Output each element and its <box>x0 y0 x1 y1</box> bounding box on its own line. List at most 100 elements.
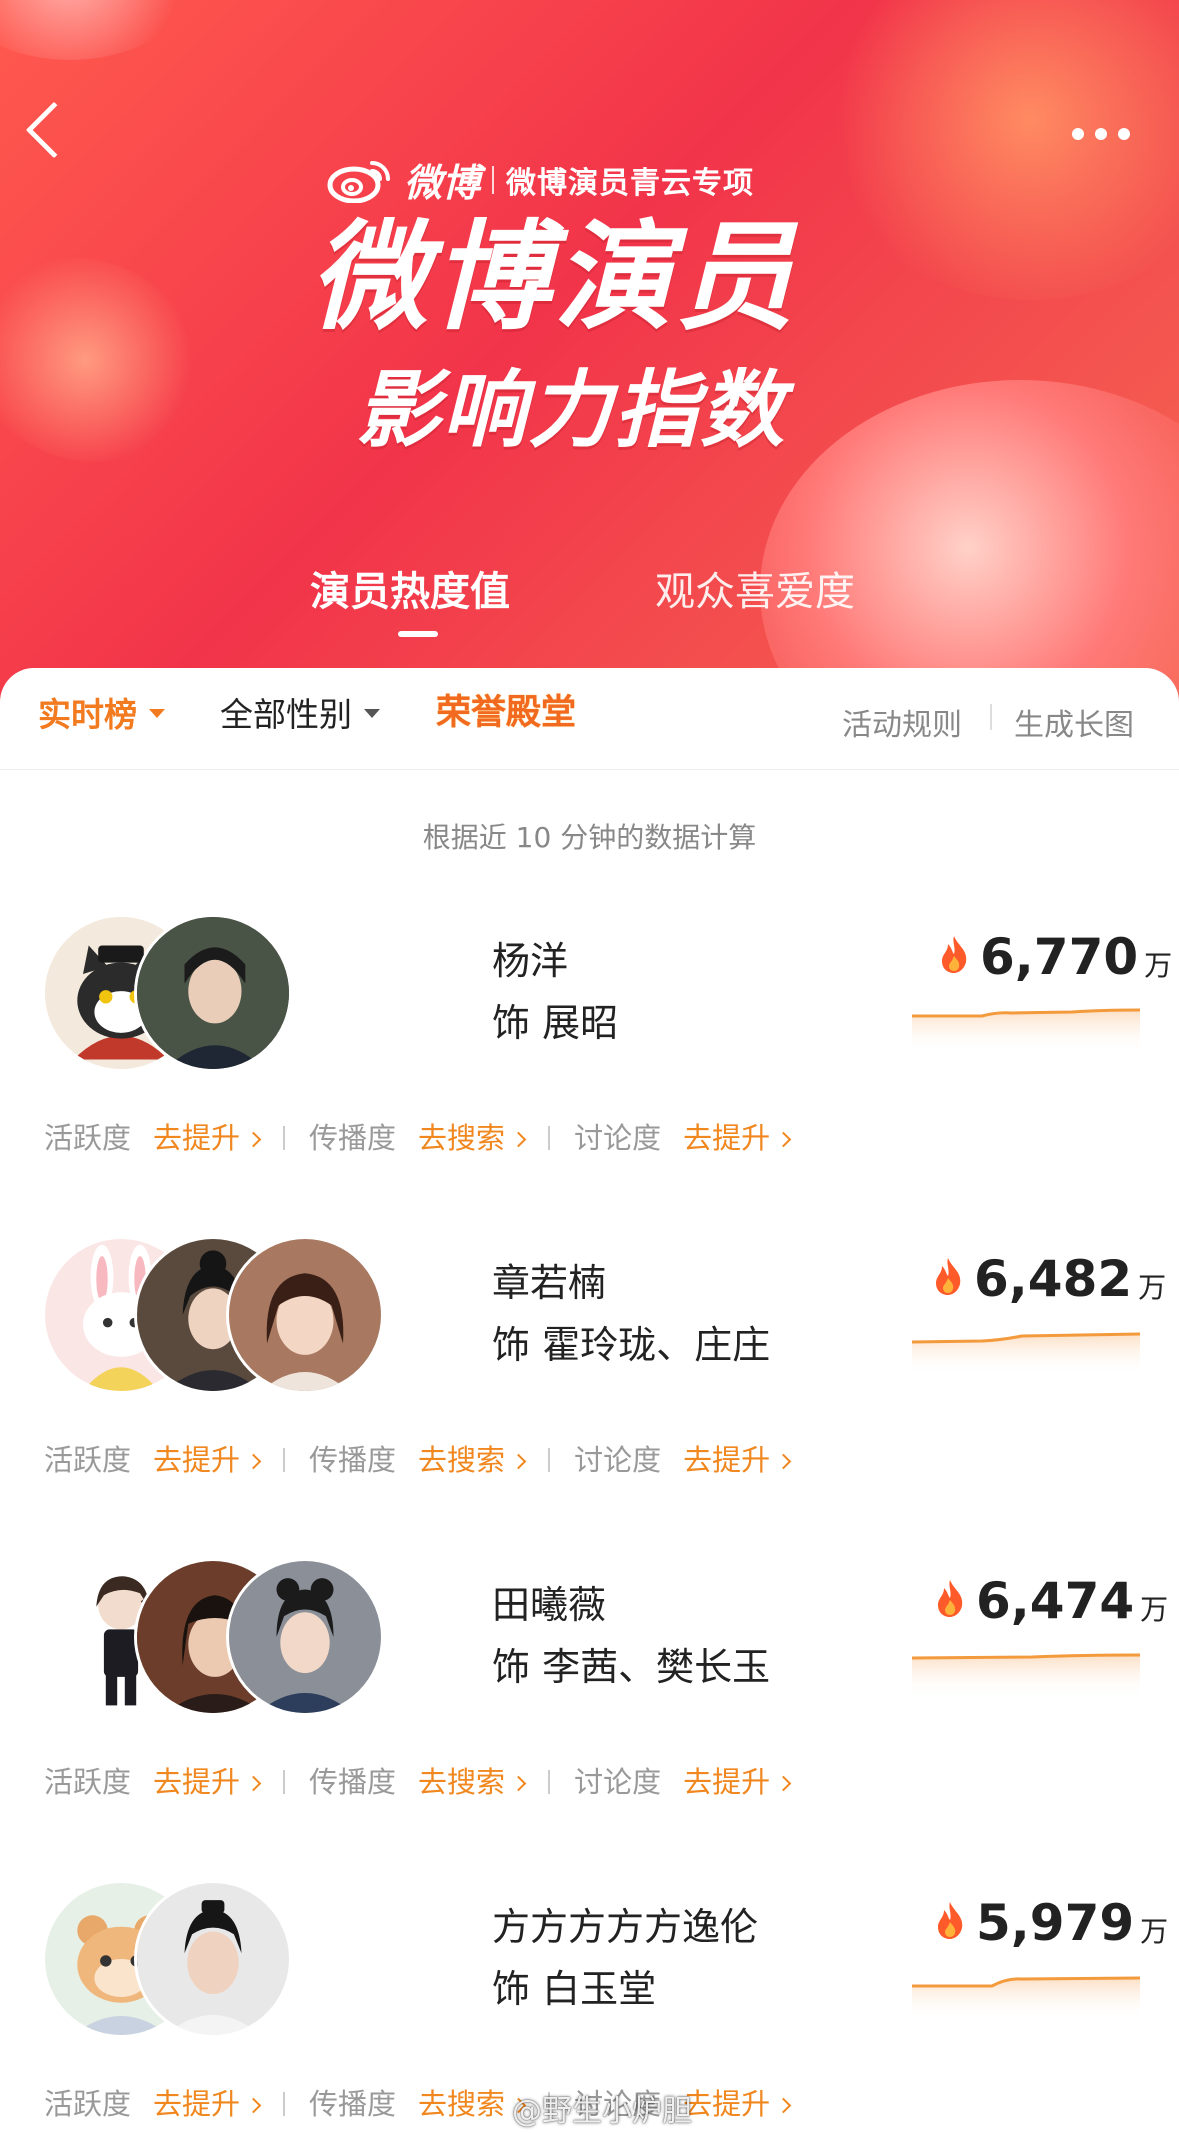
page: 微博 微博演员青云专项 微博演员 影响力指数 演员热度值 观众喜爱度 实时榜 全… <box>0 0 1179 2133</box>
portrait-photo-icon <box>137 917 289 1069</box>
gender-label: 全部性别 <box>220 695 352 734</box>
hero-banner: 微博 微博演员青云专项 微博演员 影响力指数 演员热度值 观众喜爱度 <box>0 0 1179 720</box>
spread-label: 传播度 <box>309 1120 397 1155</box>
divider <box>283 1126 286 1150</box>
action-row: 活跃度 去提升 传播度 去搜索 讨论度 去提升 <box>44 1440 789 1480</box>
brand-header: 微博 微博演员青云专项 <box>326 152 754 207</box>
tab-actor-heat[interactable]: 演员热度值 <box>310 572 510 612</box>
trend-sparkline <box>912 1008 1140 1054</box>
portrait-photo-icon <box>137 1883 289 2035</box>
trend-sparkline <box>912 1653 1140 1698</box>
actor-role: 饰 白玉堂 <box>492 1967 657 2011</box>
search-link[interactable]: 去搜索 <box>418 2089 524 2119</box>
decor-blob <box>820 0 1179 300</box>
flame-icon <box>942 936 967 973</box>
decor-blob <box>0 226 228 494</box>
discussion-label: 讨论度 <box>574 1764 662 1799</box>
score-unit: 万 <box>1138 1271 1167 1304</box>
flame-icon <box>938 1580 963 1617</box>
heat-score: 6,482 万 <box>932 1254 1166 1304</box>
search-link[interactable]: 去搜索 <box>418 1445 524 1475</box>
divider <box>548 1448 551 1472</box>
divider <box>492 165 495 194</box>
heat-score: 6,770 万 <box>938 932 1172 982</box>
activity-label: 活跃度 <box>44 1120 132 1155</box>
flame-icon <box>938 1902 963 1939</box>
caret-down-icon <box>364 709 380 718</box>
heat-score: 5,979 万 <box>934 1898 1168 1948</box>
score-value: 6,770 <box>980 928 1139 986</box>
realtime-label: 实时榜 <box>38 695 137 734</box>
back-icon[interactable] <box>25 101 83 159</box>
boost-activity-link[interactable]: 去提升 <box>153 1123 259 1153</box>
filter-bar: 实时榜 全部性别 荣誉殿堂 活动规则 生成长图 <box>0 668 1179 770</box>
caret-down-icon <box>149 709 165 718</box>
boost-activity-link[interactable]: 去提升 <box>153 1767 259 1797</box>
actor-name: 章若楠 <box>492 1261 607 1305</box>
discussion-label: 讨论度 <box>574 1120 662 1155</box>
activity-label: 活跃度 <box>44 1764 132 1799</box>
ranking-card[interactable]: 杨洋 饰 展昭 6,770 万 活跃度 去提升 传播度 去搜索 讨论度 去提升 <box>0 914 1179 1236</box>
divider <box>548 1770 551 1794</box>
score-unit: 万 <box>1140 1593 1169 1626</box>
ranking-card[interactable]: 田曦薇 饰 李茜、樊长玉 6,474 万 活跃度 去提升 传播度 去搜索 讨论度 <box>0 1558 1179 1880</box>
heat-score: 6,474 万 <box>934 1576 1168 1626</box>
actor-name: 杨洋 <box>492 939 569 983</box>
brand-name: 微博 <box>404 160 481 205</box>
boost-discussion-link[interactable]: 去提升 <box>683 1445 789 1475</box>
spread-label: 传播度 <box>309 1764 397 1799</box>
boost-activity-link[interactable]: 去提升 <box>153 1445 259 1475</box>
trend-sparkline <box>912 1332 1140 1376</box>
weibo-logo-icon <box>327 160 390 203</box>
boost-discussion-link[interactable]: 去提升 <box>683 1767 789 1797</box>
avatar-actor-photo[interactable] <box>226 1558 384 1716</box>
score-value: 5,979 <box>976 1894 1135 1952</box>
search-link[interactable]: 去搜索 <box>418 1767 524 1797</box>
actor-name: 田曦薇 <box>492 1583 607 1627</box>
gender-dropdown[interactable]: 全部性别 <box>220 698 380 731</box>
data-calc-note: 根据近 10 分钟的数据计算 <box>422 821 757 854</box>
portrait-photo-icon <box>229 1561 381 1713</box>
active-tab-indicator <box>398 631 438 637</box>
tab-audience-love[interactable]: 观众喜爱度 <box>655 572 855 612</box>
rules-link[interactable]: 活动规则 <box>842 700 962 744</box>
divider <box>283 2092 286 2116</box>
page-subtitle: 影响力指数 <box>356 361 787 459</box>
boost-discussion-link[interactable]: 去提升 <box>683 1123 789 1153</box>
search-link[interactable]: 去搜索 <box>418 1123 524 1153</box>
more-options-icon[interactable] <box>1072 128 1130 140</box>
spread-label: 传播度 <box>309 1442 397 1477</box>
flame-icon <box>936 1258 961 1295</box>
generate-long-image-link[interactable]: 生成长图 <box>1014 700 1134 744</box>
boost-activity-link[interactable]: 去提升 <box>153 2089 259 2119</box>
divider <box>283 1770 286 1794</box>
score-value: 6,482 <box>974 1250 1133 1308</box>
action-row: 活跃度 去提升 传播度 去搜索 讨论度 去提升 <box>44 1762 789 1802</box>
ranking-sheet: 实时榜 全部性别 荣誉殿堂 活动规则 生成长图 根据近 10 分钟的数据计算 杨… <box>0 668 1179 2133</box>
realtime-dropdown[interactable]: 实时榜 <box>38 698 165 731</box>
divider <box>283 1448 286 1472</box>
activity-label: 活跃度 <box>44 1442 132 1477</box>
divider <box>990 704 992 730</box>
boost-discussion-link[interactable]: 去提升 <box>683 2089 789 2119</box>
spread-label: 传播度 <box>309 2086 397 2121</box>
score-unit: 万 <box>1144 949 1173 982</box>
discussion-label: 讨论度 <box>574 1442 662 1477</box>
decor-blob <box>0 0 200 60</box>
score-unit: 万 <box>1140 1915 1169 1948</box>
avatar-actor-photo[interactable] <box>134 1880 292 2038</box>
actor-role: 饰 展昭 <box>492 1001 619 1045</box>
activity-label: 活跃度 <box>44 2086 132 2121</box>
trend-sparkline <box>912 1976 1140 2020</box>
hall-of-fame-link[interactable]: 荣誉殿堂 <box>436 696 576 731</box>
actor-role: 饰 霍玲珑、庄庄 <box>492 1323 771 1367</box>
page-title: 微博演员 <box>310 208 799 346</box>
avatar-actor-photo[interactable] <box>226 1236 384 1394</box>
action-row: 活跃度 去提升 传播度 去搜索 讨论度 去提升 <box>44 1118 789 1158</box>
avatar-actor-photo[interactable] <box>134 914 292 1072</box>
actor-role: 饰 李茜、樊长玉 <box>492 1645 771 1689</box>
actor-name: 方方方方方逸伦 <box>492 1905 759 1949</box>
ranking-card[interactable]: 章若楠 饰 霍玲珑、庄庄 6,482 万 活跃度 去提升 传播度 去搜索 讨论度 <box>0 1236 1179 1558</box>
watermark: @野生小炉胆 <box>512 2094 692 2129</box>
divider <box>548 1126 551 1150</box>
